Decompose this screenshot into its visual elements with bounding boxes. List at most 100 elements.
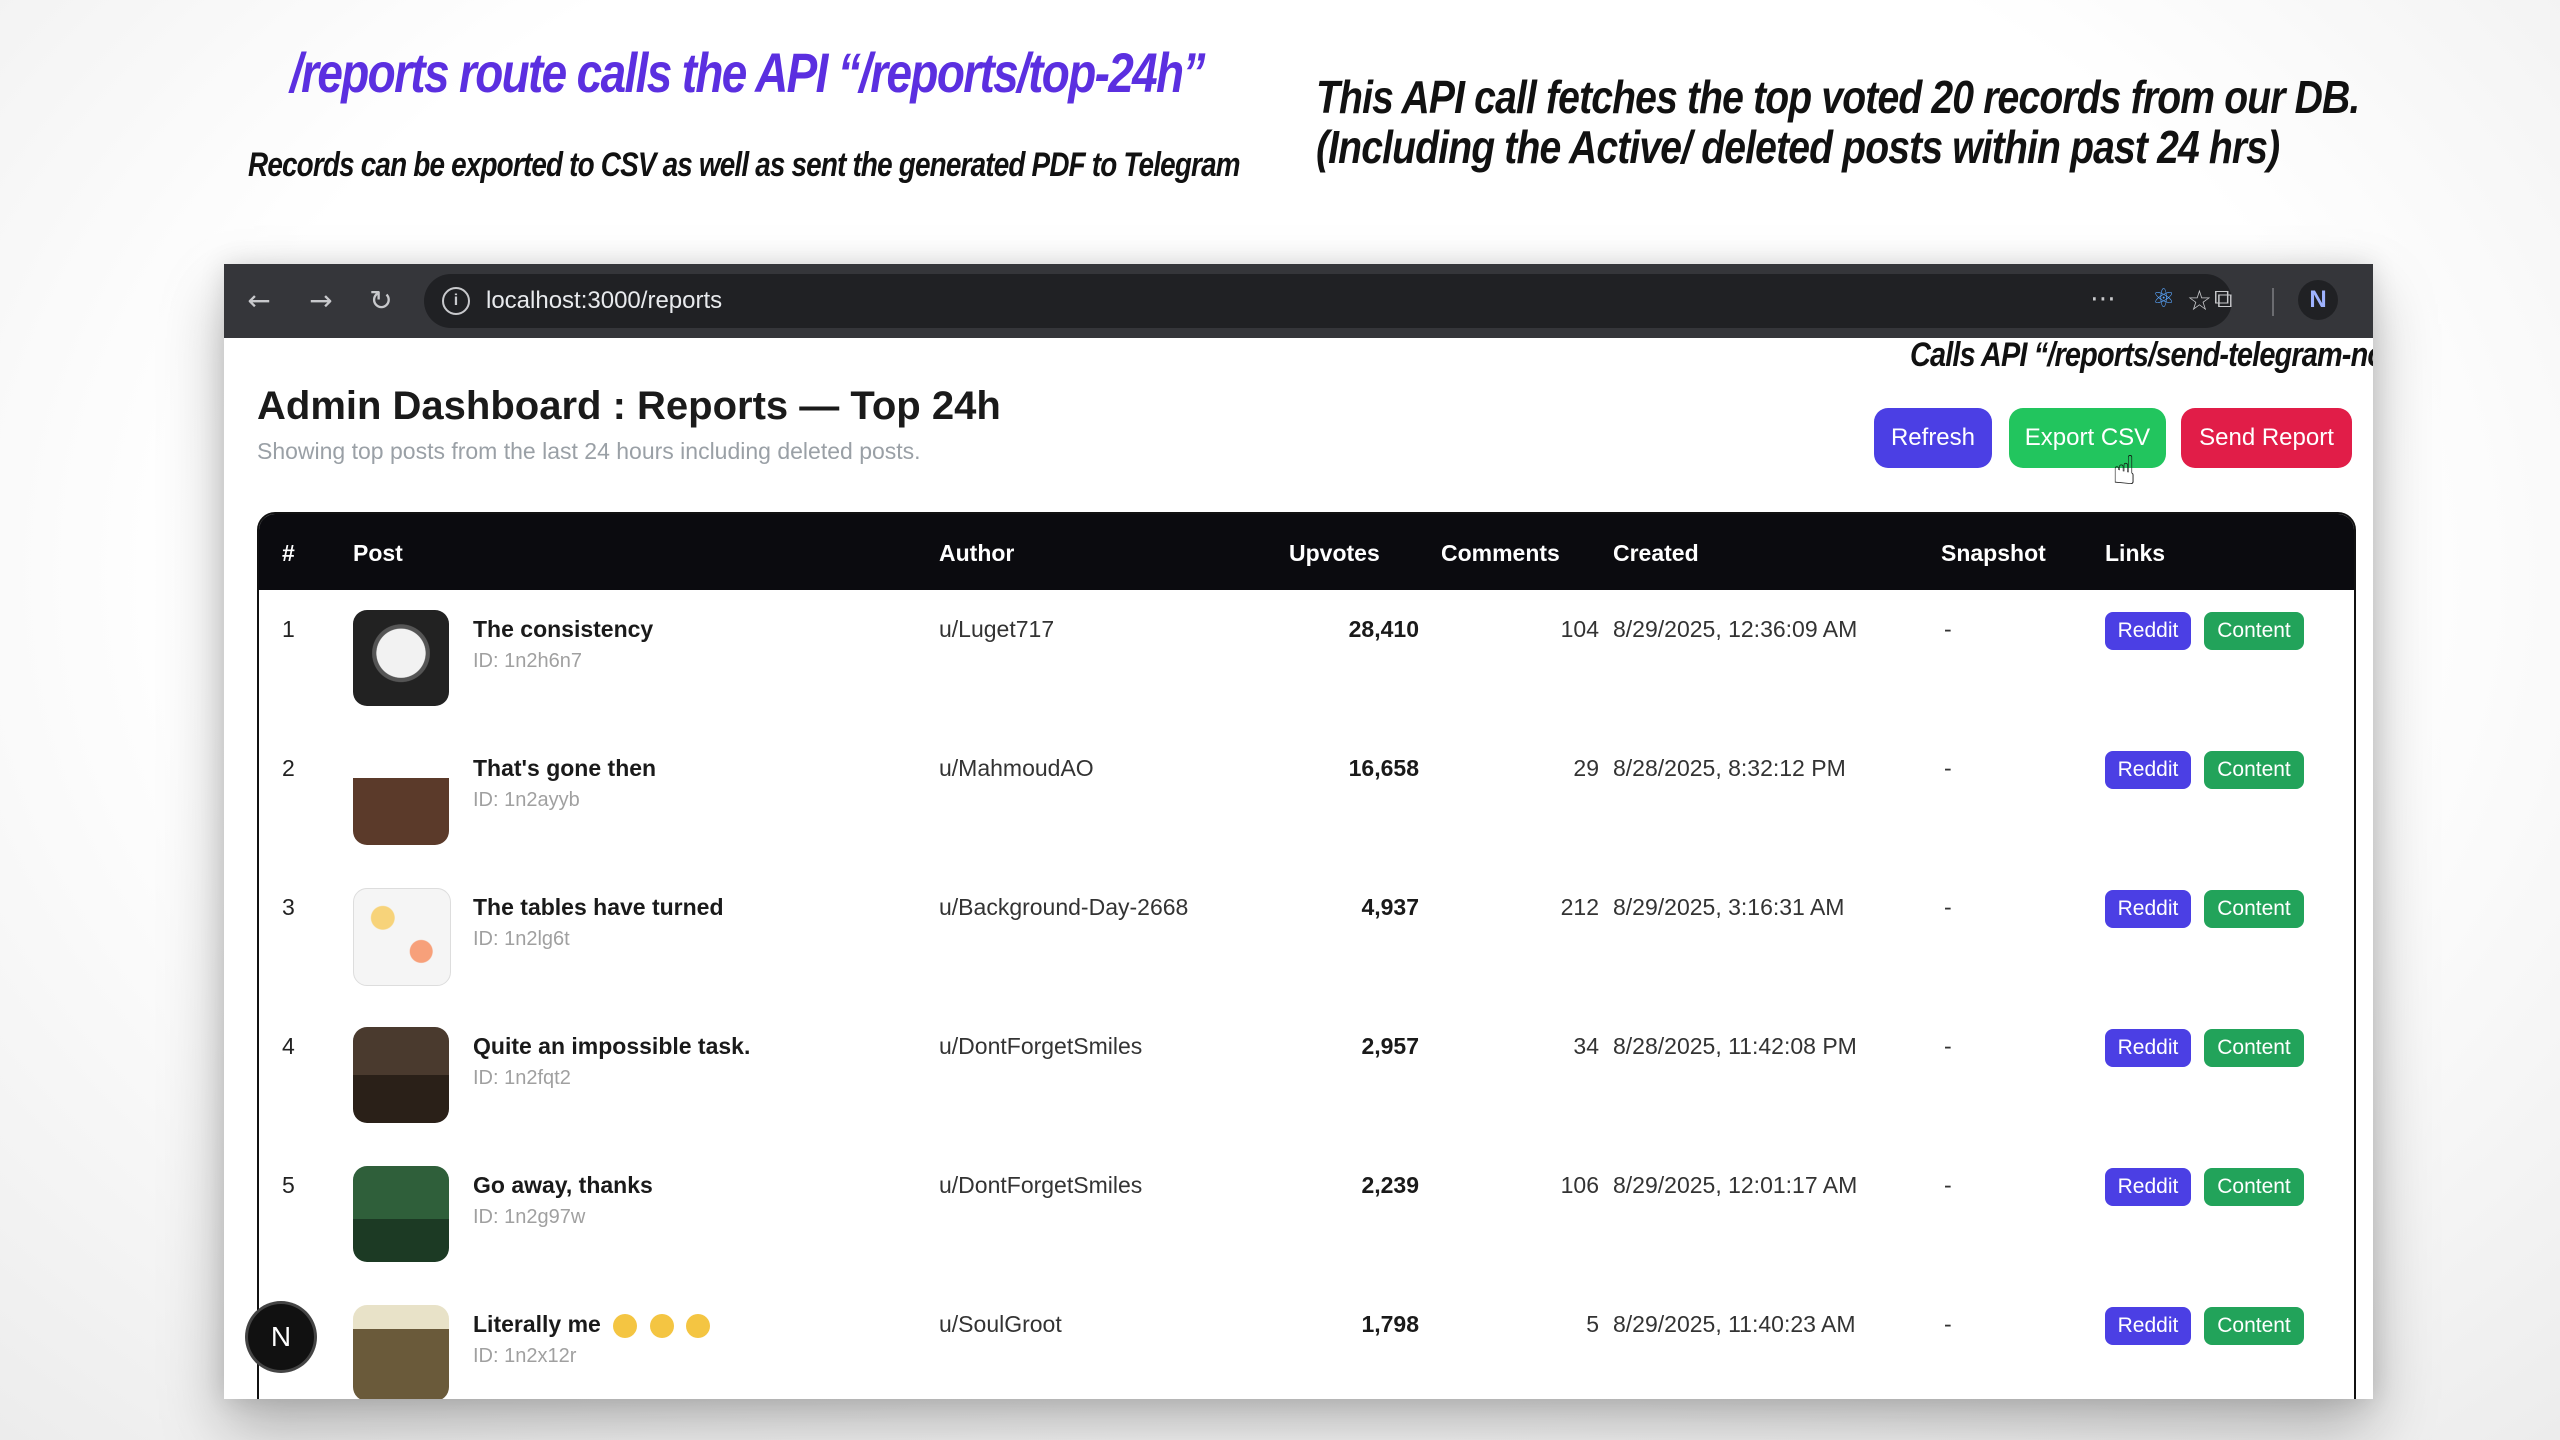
post-snapshot: - [1944, 1172, 1952, 1198]
refresh-button[interactable]: Refresh [1874, 408, 1992, 468]
export-csv-button[interactable]: Export CSV [2009, 408, 2166, 468]
reports-table: # Post Author Upvotes Comments Created S… [257, 512, 2356, 1399]
annotation-telegram-api: Calls API “/reports/send-telegram-now” [1910, 336, 2373, 374]
reload-icon[interactable]: ↻ [362, 282, 400, 320]
toolbar-divider [2272, 288, 2274, 316]
post-created: 8/29/2025, 3:16:31 AM [1613, 894, 1845, 920]
send-report-button[interactable]: Send Report [2181, 408, 2352, 468]
address-bar[interactable]: i localhost:3000/reports ☆ [424, 274, 2232, 328]
post-upvotes: 2,957 [1361, 1033, 1419, 1059]
post-comments: 34 [1573, 1033, 1599, 1059]
post-upvotes: 2,239 [1361, 1172, 1419, 1198]
header-upvotes: Upvotes [1289, 540, 1380, 566]
extensions-puzzle-icon[interactable]: ⧉ [2214, 284, 2233, 315]
reddit-link-button[interactable]: Reddit [2105, 1029, 2191, 1067]
reddit-link-button[interactable]: Reddit [2105, 612, 2191, 650]
back-icon[interactable]: ← [240, 282, 278, 320]
reddit-link-button[interactable]: Reddit [2105, 751, 2191, 789]
post-upvotes: 1,798 [1361, 1311, 1419, 1337]
post-title: The consistency [473, 616, 654, 642]
post-thumbnail [353, 1166, 449, 1262]
header-comments: Comments [1441, 540, 1560, 566]
post-title: Literally me [473, 1311, 601, 1337]
post-author: u/Luget717 [939, 616, 1055, 642]
header-created: Created [1613, 540, 1699, 566]
grin-emoji-icon [613, 1313, 638, 1338]
table-row: 3 The tables have turned ID: 1n2lg6t u/B… [259, 868, 2354, 1009]
annotation-api-line1: This API call fetches the top voted 20 r… [1316, 71, 2360, 123]
reddit-link-button[interactable]: Reddit [2105, 890, 2191, 928]
browser-toolbar: ← → ↻ i localhost:3000/reports ☆ ⋯ ⚛ ⧉ N [224, 264, 2373, 338]
post-thumbnail [353, 1305, 449, 1399]
content-link-button[interactable]: Content [2204, 1168, 2304, 1206]
post-created: 8/29/2025, 12:36:09 AM [1613, 616, 1858, 642]
table-row: 1 The consistency ID: 1n2h6n7 u/Luget717… [259, 590, 2354, 731]
post-comments: 106 [1560, 1172, 1599, 1198]
content-link-button[interactable]: Content [2204, 751, 2304, 789]
row-number: 5 [282, 1172, 295, 1198]
header-author: Author [939, 540, 1015, 566]
forward-icon[interactable]: → [302, 282, 340, 320]
post-snapshot: - [1944, 1033, 1952, 1059]
row-number: 3 [282, 894, 295, 920]
post-snapshot: - [1944, 616, 1952, 642]
row-number: 1 [282, 616, 295, 642]
post-thumbnail [353, 1027, 449, 1123]
annotation-title: /reports route calls the API “/reports/t… [290, 41, 1205, 104]
post-thumbnail [353, 888, 451, 986]
post-id: ID: 1n2g97w [473, 1206, 586, 1228]
grin-emoji-icon [686, 1313, 711, 1338]
post-comments: 29 [1573, 755, 1599, 781]
table-row: 5 Go away, thanks ID: 1n2g97w u/DontForg… [259, 1146, 2354, 1287]
post-snapshot: - [1944, 755, 1952, 781]
table-header: # Post Author Upvotes Comments Created S… [259, 514, 2354, 590]
post-id: ID: 1n2ayyb [473, 789, 580, 811]
post-author: u/MahmoudAO [939, 755, 1094, 781]
row-number: 4 [282, 1033, 295, 1059]
table-row: 6 Literally me ID: 1n2x12r u/SoulGroot 1… [259, 1285, 2354, 1399]
hand-cursor-icon: ☝ [2112, 448, 2137, 494]
profile-avatar-icon[interactable]: N [2298, 280, 2338, 320]
page-title: Admin Dashboard : Reports — Top 24h [257, 384, 1001, 428]
react-devtools-icon[interactable]: ⚛ [2152, 284, 2175, 314]
post-author: u/SoulGroot [939, 1311, 1062, 1337]
post-title-wrapper: Literally me [473, 1311, 711, 1338]
post-title: The tables have turned [473, 894, 724, 920]
post-upvotes: 28,410 [1348, 616, 1419, 642]
content-link-button[interactable]: Content [2204, 612, 2304, 650]
header-links: Links [2105, 540, 2166, 566]
post-title: Go away, thanks [473, 1172, 653, 1198]
post-thumbnail [353, 610, 449, 706]
site-info-icon[interactable]: i [442, 287, 470, 315]
post-title: Quite an impossible task. [473, 1033, 751, 1059]
bookmark-star-icon[interactable]: ☆ [2187, 284, 2212, 317]
annotation-api-line2: (Including the Active/ deleted posts wit… [1316, 121, 2280, 173]
header-post: Post [353, 540, 403, 566]
content-link-button[interactable]: Content [2204, 1029, 2304, 1067]
post-author: u/Background-Day-2668 [939, 894, 1189, 920]
header-snapshot: Snapshot [1941, 540, 2046, 566]
table-row: 2 That's gone then ID: 1n2ayyb u/Mahmoud… [259, 729, 2354, 870]
page-subtitle: Showing top posts from the last 24 hours… [257, 438, 921, 464]
post-created: 8/29/2025, 12:01:17 AM [1613, 1172, 1858, 1198]
reddit-link-button[interactable]: Reddit [2105, 1168, 2191, 1206]
post-upvotes: 4,937 [1361, 894, 1419, 920]
post-comments: 104 [1560, 616, 1599, 642]
post-id: ID: 1n2x12r [473, 1345, 577, 1367]
post-created: 8/28/2025, 11:42:08 PM [1613, 1033, 1857, 1059]
annotation-api-description: This API call fetches the top voted 20 r… [1316, 71, 2360, 173]
header-num: # [282, 540, 295, 566]
nextjs-dev-badge[interactable]: N [248, 1304, 314, 1370]
post-author: u/DontForgetSmiles [939, 1033, 1143, 1059]
row-number: 2 [282, 755, 295, 781]
extension-dots-icon[interactable]: ⋯ [2090, 284, 2116, 314]
reddit-link-button[interactable]: Reddit [2105, 1307, 2191, 1345]
post-author: u/DontForgetSmiles [939, 1172, 1143, 1198]
content-link-button[interactable]: Content [2204, 890, 2304, 928]
url-text[interactable]: localhost:3000/reports [486, 287, 722, 315]
post-thumbnail [353, 749, 449, 845]
content-link-button[interactable]: Content [2204, 1307, 2304, 1345]
post-upvotes: 16,658 [1348, 755, 1419, 781]
post-id: ID: 1n2lg6t [473, 928, 570, 950]
post-comments: 212 [1560, 894, 1599, 920]
